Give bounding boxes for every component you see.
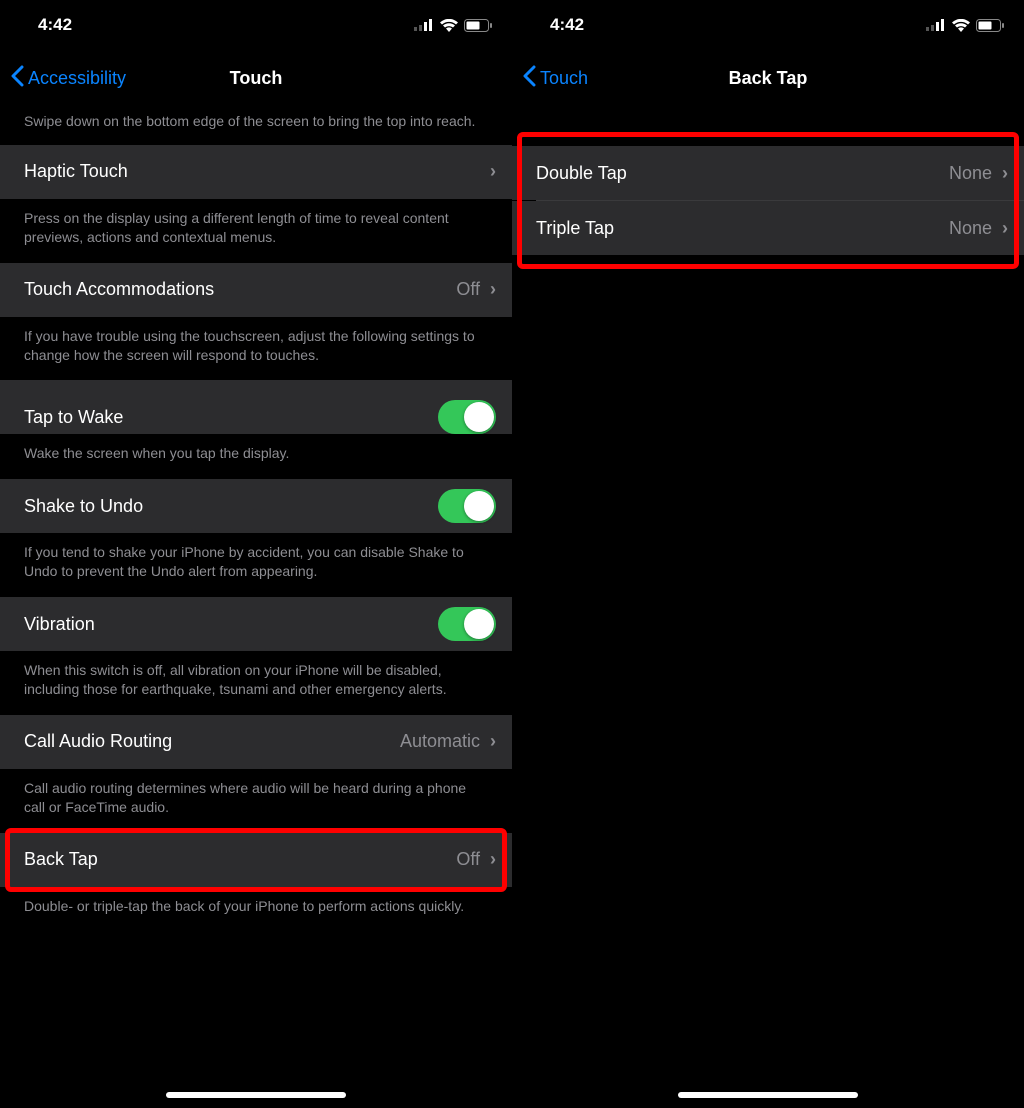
call-audio-routing-footer: Call audio routing determines where audi… xyxy=(0,769,512,833)
wifi-icon xyxy=(952,19,970,32)
wifi-icon xyxy=(440,19,458,32)
shake-to-undo-footer: If you tend to shake your iPhone by acci… xyxy=(0,533,512,597)
back-chevron-icon xyxy=(10,65,24,91)
left-phone: 4:42 Accessibility Touch Swipe down on t… xyxy=(0,0,512,1108)
row-label: Back Tap xyxy=(24,849,98,870)
row-value: Off xyxy=(456,279,480,300)
back-button-touch[interactable]: Touch xyxy=(512,65,588,91)
back-label: Touch xyxy=(540,68,588,89)
status-time: 4:42 xyxy=(38,15,72,35)
row-haptic-touch[interactable]: Haptic Touch › xyxy=(0,145,512,199)
row-back-tap[interactable]: Back Tap Off › xyxy=(0,833,512,887)
chevron-right-icon: › xyxy=(490,161,496,182)
row-call-audio-routing[interactable]: Call Audio Routing Automatic › xyxy=(0,715,512,769)
row-vibration[interactable]: Vibration xyxy=(0,597,512,651)
row-touch-accommodations[interactable]: Touch Accommodations Off › xyxy=(0,263,512,317)
shake-to-undo-toggle[interactable] xyxy=(438,489,496,523)
row-triple-tap[interactable]: Triple Tap None › xyxy=(512,201,1024,255)
battery-icon xyxy=(464,19,492,32)
chevron-right-icon: › xyxy=(1002,218,1008,239)
status-icons xyxy=(414,19,492,32)
row-value: Automatic xyxy=(400,731,480,752)
back-label: Accessibility xyxy=(28,68,126,89)
row-label: Triple Tap xyxy=(536,218,614,239)
status-bar: 4:42 xyxy=(512,0,1024,50)
page-title: Back Tap xyxy=(512,68,1024,89)
haptic-touch-footer: Press on the display using a different l… xyxy=(0,199,512,263)
settings-list: Swipe down on the bottom edge of the scr… xyxy=(0,106,512,932)
row-value: None xyxy=(949,163,992,184)
battery-icon xyxy=(976,19,1004,32)
row-label: Double Tap xyxy=(536,163,627,184)
row-shake-to-undo[interactable]: Shake to Undo xyxy=(0,479,512,533)
row-double-tap[interactable]: Double Tap None › xyxy=(512,146,1024,200)
tap-to-wake-toggle[interactable] xyxy=(438,400,496,434)
home-indicator[interactable] xyxy=(166,1092,346,1098)
back-button-accessibility[interactable]: Accessibility xyxy=(0,65,126,91)
nav-bar: Touch Back Tap xyxy=(512,50,1024,106)
back-chevron-icon xyxy=(522,65,536,91)
vibration-toggle[interactable] xyxy=(438,607,496,641)
reachability-footer: Swipe down on the bottom edge of the scr… xyxy=(0,106,512,145)
settings-list: Double Tap None › Triple Tap None › xyxy=(512,106,1024,255)
row-value: Off xyxy=(456,849,480,870)
cellular-icon xyxy=(414,19,434,31)
row-label: Vibration xyxy=(24,614,95,635)
back-tap-footer: Double- or triple-tap the back of your i… xyxy=(0,887,512,932)
vibration-footer: When this switch is off, all vibration o… xyxy=(0,651,512,715)
nav-bar: Accessibility Touch xyxy=(0,50,512,106)
cellular-icon xyxy=(926,19,946,31)
status-icons xyxy=(926,19,1004,32)
status-bar: 4:42 xyxy=(0,0,512,50)
back-tap-group: Back Tap Off › xyxy=(0,833,512,887)
chevron-right-icon: › xyxy=(1002,163,1008,184)
back-tap-options-group: Double Tap None › Triple Tap None › xyxy=(512,146,1024,255)
status-time: 4:42 xyxy=(550,15,584,35)
row-label: Tap to Wake xyxy=(24,407,123,428)
chevron-right-icon: › xyxy=(490,731,496,752)
row-label: Touch Accommodations xyxy=(24,279,214,300)
chevron-right-icon: › xyxy=(490,279,496,300)
row-value: None xyxy=(949,218,992,239)
row-label: Call Audio Routing xyxy=(24,731,172,752)
touch-accommodations-footer: If you have trouble using the touchscree… xyxy=(0,317,512,381)
row-label: Haptic Touch xyxy=(24,161,128,182)
home-indicator[interactable] xyxy=(678,1092,858,1098)
row-label: Shake to Undo xyxy=(24,496,143,517)
row-tap-to-wake[interactable]: Tap to Wake xyxy=(0,380,512,434)
right-phone: 4:42 Touch Back Tap Double Tap None › xyxy=(512,0,1024,1108)
tap-to-wake-footer: Wake the screen when you tap the display… xyxy=(0,434,512,479)
chevron-right-icon: › xyxy=(490,849,496,870)
